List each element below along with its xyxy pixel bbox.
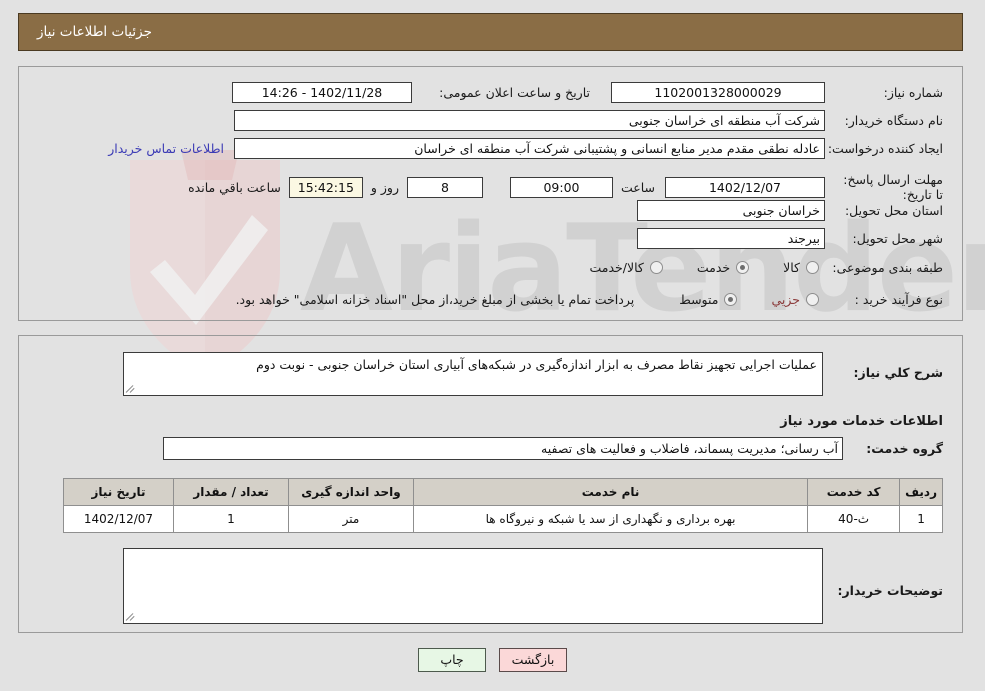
purchase-process-label: نوع فرآیند خرید :: [854, 292, 943, 307]
need-number-value: 1102001328000029: [611, 82, 825, 103]
cell-name: بهره برداری و نگهداری از سد یا شبکه و نی…: [412, 505, 809, 533]
purchase-process-note: پرداخت تمام یا بخشی از مبلغ خرید،از محل …: [235, 292, 635, 307]
buyer-notes-value[interactable]: [123, 548, 823, 624]
deadline-row: مهلت ارسال پاسخ: تا تاریخ: 1402/12/07 سا…: [188, 172, 943, 202]
services-table: ردیف کد خدمت نام خدمت واحد اندازه گیری ت…: [63, 478, 943, 533]
remaining-days-label: روز و: [370, 179, 399, 195]
radio-option-jozi[interactable]: جزیي: [771, 292, 819, 307]
resize-grip-icon[interactable]: [125, 384, 136, 394]
subject-category-label: طبقه بندی موضوعی:: [832, 260, 943, 275]
page-root: AriaTender.net جزئیات اطلاعات نیاز شماره…: [0, 0, 985, 691]
delivery-province-row: استان محل تحویل: خراسان جنوبی: [637, 200, 943, 221]
col-code: کد خدمت: [807, 478, 901, 506]
page-title: جزئیات اطلاعات نیاز: [37, 24, 152, 40]
delivery-city-label: شهر محل تحویل:: [852, 231, 943, 246]
remaining-days-value: 8: [406, 176, 483, 198]
need-number-row: شماره نیاز: 1102001328000029: [611, 82, 943, 103]
services-heading: اطلاعات خدمات مورد نیاز: [780, 414, 943, 429]
radio-option-kala[interactable]: کالا: [783, 260, 819, 275]
radio-jozi-label: جزیي: [771, 292, 800, 307]
radio-option-khedmat[interactable]: خدمت: [696, 260, 750, 275]
request-creator-label: ایجاد کننده درخواست:: [827, 141, 943, 156]
request-creator-row: ایجاد کننده درخواست: عادله نطقی مقدم مدی…: [108, 138, 943, 159]
radio-option-kala-khedmat[interactable]: کالا/خدمت: [589, 260, 663, 275]
radio-kala-khedmat-icon[interactable]: [649, 261, 663, 274]
cell-row: 1: [899, 505, 943, 533]
service-group-value: آب رسانی؛ مدیریت پسماند، فاضلاب و فعالیت…: [163, 437, 843, 460]
delivery-province-value: خراسان جنوبی: [637, 200, 825, 221]
radio-jozi-icon[interactable]: [806, 293, 819, 306]
radio-kala-khedmat-label: کالا/خدمت: [589, 260, 644, 275]
general-description-value[interactable]: عملیات اجرایی تجهیز نقاط مصرف به ابزار ا…: [123, 352, 823, 396]
col-row: ردیف: [899, 478, 943, 506]
resize-grip-icon-2[interactable]: [125, 612, 136, 622]
deadline-label: مهلت ارسال پاسخ: تا تاریخ:: [843, 172, 943, 202]
footer-buttons: بازگشت چاپ: [0, 648, 985, 672]
col-qty: تعداد / مقدار: [173, 478, 289, 506]
col-unit: واحد اندازه گیری: [288, 478, 414, 506]
announce-datetime-row: تاریخ و ساعت اعلان عمومی: 1402/11/28 - 1…: [232, 82, 590, 103]
buyer-org-value: شرکت آب منطقه ای خراسان جنوبی: [234, 110, 825, 131]
announce-datetime-value: 1402/11/28 - 14:26: [232, 82, 412, 103]
countdown-timer: 15:42:15: [288, 176, 363, 198]
buyer-org-label: نام دستگاه خریدار:: [844, 113, 943, 128]
delivery-city-row: شهر محل تحویل: بیرجند: [637, 228, 943, 249]
cell-code: ث-40: [807, 505, 901, 533]
delivery-city-value: بیرجند: [637, 228, 825, 249]
col-name: نام خدمت: [412, 478, 809, 506]
buyer-contact-link[interactable]: اطلاعات تماس خریدار: [108, 141, 224, 156]
general-description-text: عملیات اجرایی تجهیز نقاط مصرف به ابزار ا…: [256, 357, 817, 372]
print-button[interactable]: چاپ: [418, 648, 486, 672]
cell-unit: متر: [288, 505, 414, 533]
purchase-process-row: نوع فرآیند خرید : جزیي متوسط پرداخت تمام…: [236, 292, 943, 307]
radio-option-motavaset[interactable]: متوسط: [679, 292, 738, 307]
cell-date: 1402/12/07: [63, 505, 174, 533]
deadline-hour-label: ساعت: [620, 179, 655, 195]
buyer-org-row: نام دستگاه خریدار: شرکت آب منطقه ای خراس…: [234, 110, 943, 131]
countdown-label: ساعت باقي مانده: [188, 179, 281, 195]
table-row: 1 ث-40 بهره برداری و نگهداری از سد یا شب…: [63, 505, 943, 533]
page-header: جزئیات اطلاعات نیاز: [18, 13, 963, 51]
subject-category-row: طبقه بندی موضوعی: کالا خدمت کالا/خدمت: [589, 260, 943, 275]
request-creator-value: عادله نطقی مقدم مدیر منابع انسانی و پشتی…: [234, 138, 825, 159]
need-number-label: شماره نیاز:: [883, 85, 943, 100]
deadline-date-value: 1402/12/07: [665, 176, 825, 198]
radio-kala-label: کالا: [783, 260, 800, 275]
radio-kala-icon[interactable]: [806, 261, 819, 274]
radio-motavaset-icon[interactable]: [724, 293, 738, 306]
service-group-label: گروه خدمت:: [866, 441, 943, 456]
table-header-row: ردیف کد خدمت نام خدمت واحد اندازه گیری ت…: [63, 478, 943, 506]
deadline-hour-value: 09:00: [509, 176, 613, 198]
back-button[interactable]: بازگشت: [499, 648, 567, 672]
announce-datetime-label: تاریخ و ساعت اعلان عمومی:: [439, 85, 590, 100]
radio-motavaset-label: متوسط: [679, 292, 719, 307]
radio-khedmat-label: خدمت: [696, 260, 731, 275]
col-date: تاریخ نیاز: [63, 478, 174, 506]
delivery-province-label: استان محل تحویل:: [844, 203, 943, 218]
general-description-label: شرح کلي نیاز:: [853, 365, 943, 380]
buyer-notes-label: توضیحات خریدار:: [837, 583, 943, 598]
cell-qty: 1: [173, 505, 289, 533]
radio-khedmat-icon[interactable]: [736, 261, 750, 274]
